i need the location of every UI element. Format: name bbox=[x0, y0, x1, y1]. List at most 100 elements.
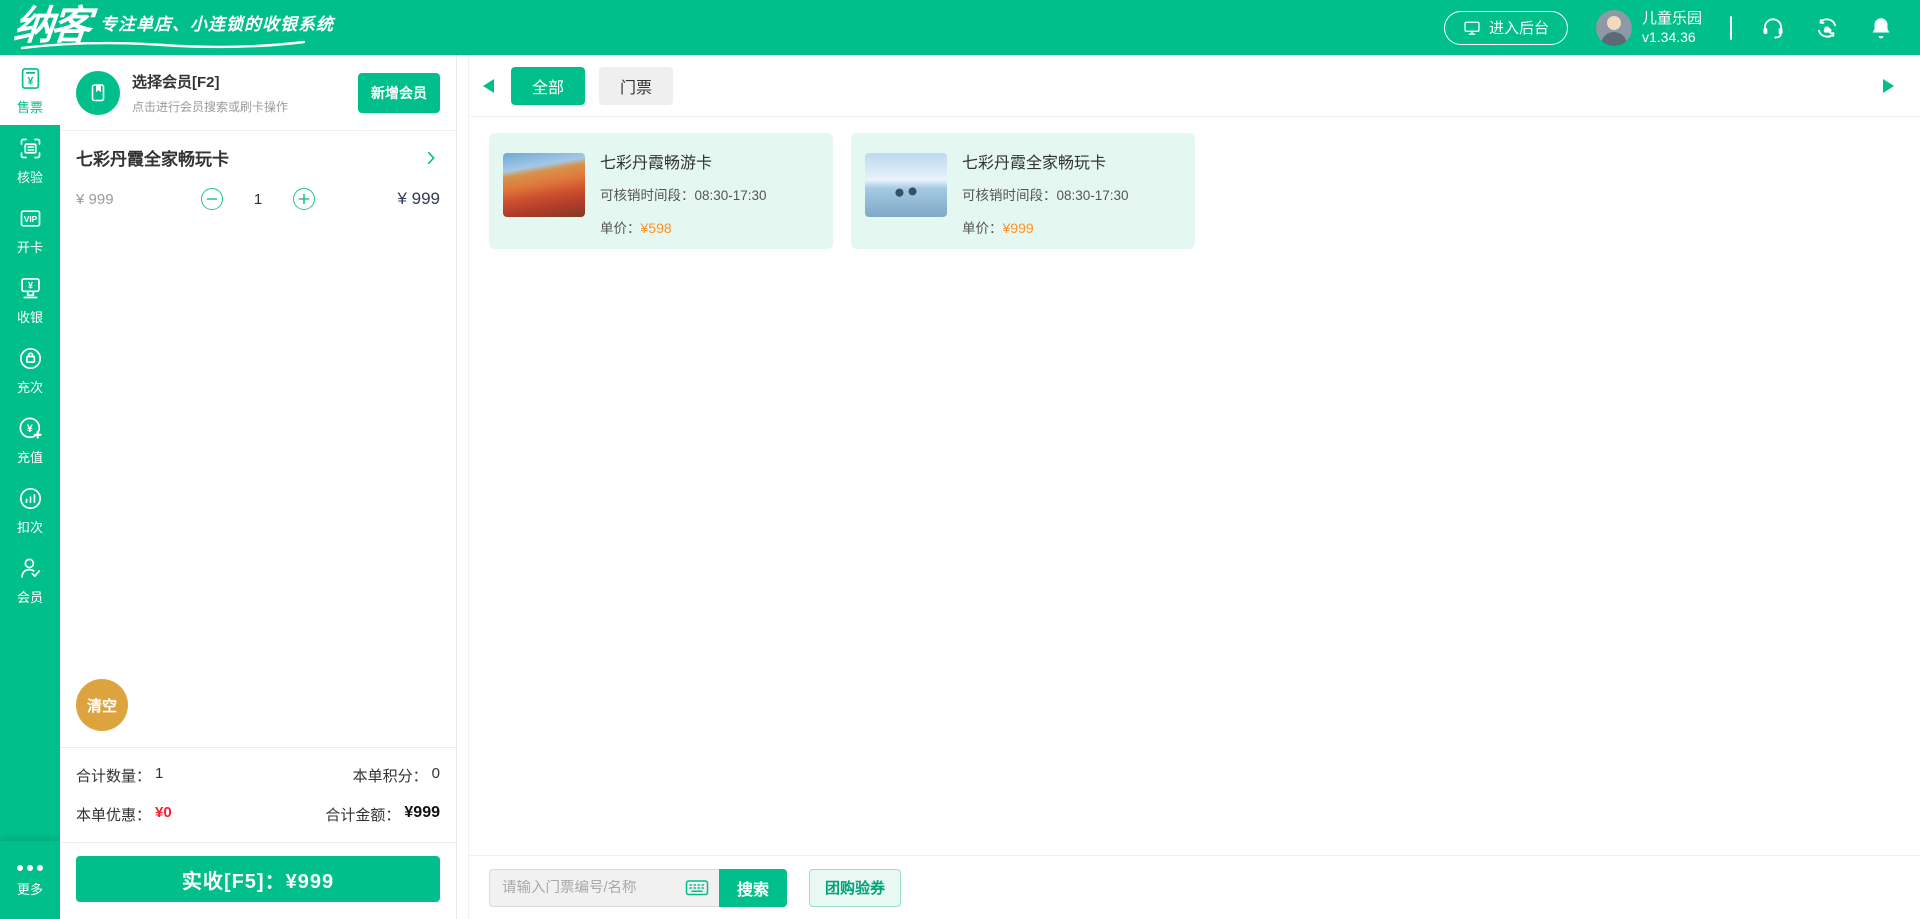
decrease-qty-button[interactable] bbox=[201, 188, 223, 210]
cloud-sync-icon[interactable] bbox=[1814, 15, 1840, 41]
groupon-verify-button[interactable]: 团购验券 bbox=[809, 868, 902, 907]
total-qty-value: 1 bbox=[155, 765, 164, 782]
sidebar-item-cashier[interactable]: ¥ 收银 bbox=[0, 265, 60, 335]
price-value: ¥999 bbox=[1002, 220, 1034, 236]
tab-tickets[interactable]: 门票 bbox=[599, 66, 673, 105]
product-price: 单价：¥999 bbox=[962, 217, 1129, 237]
sidebar-item-label: 充次 bbox=[16, 379, 43, 395]
product-card[interactable]: 七彩丹霞全家畅玩卡 可核销时间段：08:30-17:30 单价：¥999 bbox=[851, 133, 1195, 249]
time-label: 可核销时间段： bbox=[962, 188, 1057, 203]
price-label: 单价： bbox=[600, 221, 641, 236]
arrow-left-icon bbox=[483, 78, 494, 93]
search-input-container bbox=[489, 868, 719, 907]
cart-item-qty: 1 bbox=[253, 190, 263, 208]
sidebar-item-label: 收银 bbox=[16, 309, 43, 325]
member-texts: 选择会员[F2] 点击进行会员搜索或刷卡操作 bbox=[132, 71, 288, 115]
scroll-tabs-left-button[interactable] bbox=[481, 78, 497, 94]
order-points-value: 0 bbox=[431, 765, 440, 782]
checkout-area: 实收[F5]：¥999 bbox=[60, 842, 456, 919]
sidebar-item-deduct-times[interactable]: 扣次 bbox=[0, 475, 60, 545]
category-tab-bar: 全部 门票 bbox=[469, 55, 1920, 117]
enter-backstage-label: 进入后台 bbox=[1488, 20, 1549, 37]
svg-text:¥: ¥ bbox=[27, 75, 33, 87]
total-qty-label: 合计数量： bbox=[76, 768, 152, 785]
quantity-stepper: 1 bbox=[168, 188, 348, 210]
user-avatar[interactable] bbox=[1595, 9, 1632, 46]
tab-all[interactable]: 全部 bbox=[511, 66, 585, 105]
sidebar-item-label: 开卡 bbox=[16, 239, 43, 255]
chevron-right-icon[interactable] bbox=[422, 149, 440, 167]
member-check-icon bbox=[20, 558, 40, 578]
sidebar-item-recharge-times[interactable]: 充次 bbox=[0, 335, 60, 405]
monitor-icon bbox=[1464, 21, 1480, 35]
time-value: 08:30-17:30 bbox=[694, 188, 767, 203]
main-sidebar: ¥ 售票 核验 VIP 开卡 ¥ 收银 充次 ¥ 充值 扣次 会员 更多 bbox=[0, 55, 60, 919]
ticket-kiosk-icon: ¥ bbox=[21, 67, 39, 89]
member-title: 选择会员[F2] bbox=[132, 73, 220, 91]
ticket-search-input[interactable] bbox=[502, 879, 677, 896]
product-image-danxia bbox=[503, 153, 585, 217]
yen-plus-circle-icon: ¥ bbox=[19, 417, 42, 439]
bag-circle-icon bbox=[19, 347, 41, 369]
product-name: 七彩丹霞畅游卡 bbox=[600, 155, 713, 172]
cart-item-name: 七彩丹霞全家畅玩卡 bbox=[76, 150, 229, 169]
brand-tagline: 专注单店、小连锁的收银系统 bbox=[100, 15, 334, 34]
order-total-value: ¥999 bbox=[404, 804, 440, 821]
member-subtitle: 点击进行会员搜索或刷卡操作 bbox=[132, 99, 289, 114]
order-discount-value: ¥0 bbox=[155, 804, 172, 821]
enter-backstage-button[interactable]: 进入后台 bbox=[1443, 10, 1568, 45]
product-name: 七彩丹霞全家畅玩卡 bbox=[962, 155, 1107, 172]
scan-verify-icon bbox=[20, 138, 40, 158]
account-area[interactable]: 儿童乐园 v1.34.36 bbox=[1595, 9, 1702, 47]
cart-item: 七彩丹霞全家畅玩卡 ¥ 999 1 ¥ 999 bbox=[76, 145, 440, 210]
time-value: 08:30-17:30 bbox=[1056, 188, 1129, 203]
checkout-button[interactable]: 实收[F5]：¥999 bbox=[76, 856, 440, 902]
member-select-area[interactable]: 选择会员[F2] 点击进行会员搜索或刷卡操作 新增会员 bbox=[60, 55, 456, 131]
vip-card-icon: VIP bbox=[20, 209, 40, 227]
avatar-body-shape bbox=[1600, 31, 1627, 46]
sidebar-item-label: 会员 bbox=[16, 589, 43, 605]
notification-bell-icon[interactable] bbox=[1868, 15, 1894, 41]
app-version: v1.34.36 bbox=[1641, 29, 1696, 46]
svg-text:VIP: VIP bbox=[23, 213, 37, 223]
customer-service-icon[interactable] bbox=[1760, 15, 1786, 41]
cash-register-icon: ¥ bbox=[20, 277, 40, 298]
svg-text:¥: ¥ bbox=[27, 280, 32, 290]
sidebar-item-more[interactable]: 更多 bbox=[0, 841, 60, 919]
member-card-badge bbox=[76, 70, 120, 115]
price-value: ¥598 bbox=[640, 220, 672, 236]
keyboard-icon[interactable] bbox=[685, 876, 709, 900]
brand-area: 纳客 专注单店、小连锁的收银系统 bbox=[12, 0, 334, 55]
product-info: 七彩丹霞全家畅玩卡 可核销时间段：08:30-17:30 单价：¥999 bbox=[962, 145, 1129, 237]
sidebar-item-label: 核验 bbox=[16, 169, 43, 185]
clear-cart-button[interactable]: 清空 bbox=[76, 679, 128, 731]
sidebar-item-open-card[interactable]: VIP 开卡 bbox=[0, 195, 60, 265]
price-label: 单价： bbox=[962, 221, 1003, 236]
sidebar-item-recharge[interactable]: ¥ 充值 bbox=[0, 405, 60, 475]
order-summary: 合计数量： 1 本单积分： 0 本单优惠： ¥0 合计金额： ¥999 bbox=[60, 747, 456, 842]
sidebar-more-label: 更多 bbox=[16, 881, 43, 897]
more-dots-icon bbox=[17, 864, 43, 871]
order-discount-label: 本单优惠： bbox=[76, 807, 152, 824]
cart-item-unit-price: ¥ 999 bbox=[76, 190, 114, 208]
product-image-lake bbox=[865, 153, 947, 217]
time-label: 可核销时间段： bbox=[600, 188, 695, 203]
sidebar-item-member[interactable]: 会员 bbox=[0, 545, 60, 615]
store-name: 儿童乐园 bbox=[1641, 9, 1702, 27]
scroll-tabs-right-button[interactable] bbox=[1882, 78, 1898, 94]
sidebar-item-label: 充值 bbox=[16, 449, 43, 465]
search-button[interactable]: 搜索 bbox=[719, 868, 787, 907]
sidebar-item-label: 扣次 bbox=[16, 519, 43, 535]
product-card[interactable]: 七彩丹霞畅游卡 可核销时间段：08:30-17:30 单价：¥598 bbox=[489, 133, 833, 249]
sidebar-item-verify[interactable]: 核验 bbox=[0, 125, 60, 195]
product-price: 单价：¥598 bbox=[600, 217, 767, 237]
product-info: 七彩丹霞畅游卡 可核销时间段：08:30-17:30 单价：¥598 bbox=[600, 145, 767, 237]
header-divider bbox=[1730, 15, 1732, 40]
bar-chart-circle-icon bbox=[19, 487, 41, 509]
sidebar-item-sell-ticket[interactable]: ¥ 售票 bbox=[0, 55, 60, 125]
add-member-button[interactable]: 新增会员 bbox=[358, 72, 440, 113]
order-points-label: 本单积分： bbox=[352, 768, 428, 785]
order-total-label: 合计金额： bbox=[325, 807, 401, 824]
increase-qty-button[interactable] bbox=[293, 188, 315, 210]
svg-text:¥: ¥ bbox=[26, 422, 32, 434]
